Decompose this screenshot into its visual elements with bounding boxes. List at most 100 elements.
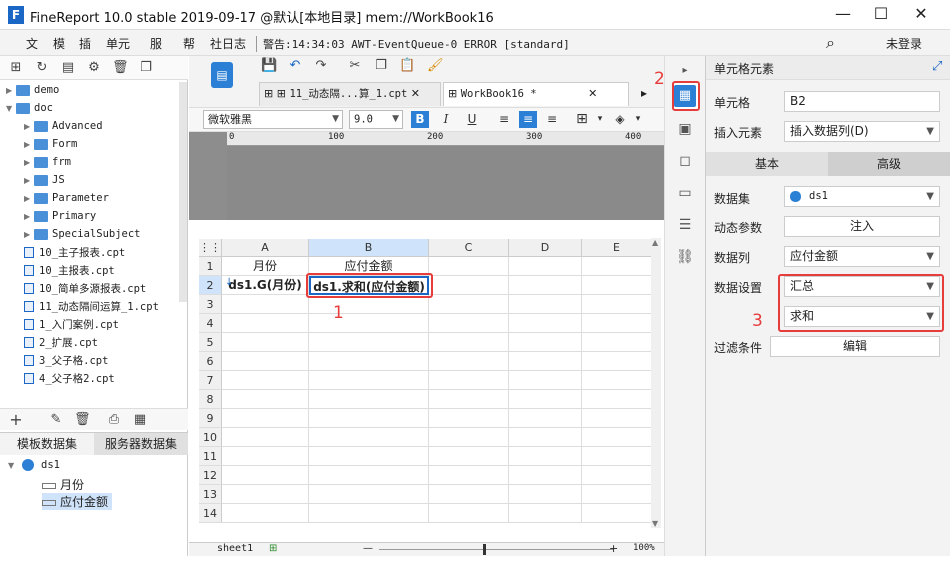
row-header[interactable]: 7 [199, 371, 222, 390]
undo-icon[interactable]: ↶ [287, 58, 303, 74]
redo-icon[interactable]: ↷ [313, 58, 329, 74]
minimize-button[interactable]: — [832, 4, 854, 24]
edit-icon[interactable]: ✎ [48, 412, 64, 428]
tree-folder[interactable]: ▶ SpecialSubject [24, 227, 141, 245]
expand-icon[interactable]: ▶ [24, 122, 34, 131]
cell-b8[interactable] [309, 390, 429, 409]
italic-button[interactable]: I [437, 111, 455, 128]
close-tab-icon[interactable]: ✕ [411, 87, 420, 100]
cell-a9[interactable] [222, 409, 309, 428]
cell-a12[interactable] [222, 466, 309, 485]
menu-log[interactable]: 日志 [222, 35, 246, 52]
cell-d1[interactable] [509, 257, 582, 276]
align-center-icon[interactable]: ≡ [519, 111, 537, 128]
format-painter-icon[interactable]: 🖌 [427, 58, 444, 74]
cell-e8[interactable] [582, 390, 652, 409]
tree-file[interactable]: 10_简单多源报表.cpt [24, 281, 146, 299]
row-header[interactable]: 4 [199, 314, 222, 333]
cell-b9[interactable] [309, 409, 429, 428]
cell-c9[interactable] [429, 409, 509, 428]
cell-d8[interactable] [509, 390, 582, 409]
cell-a10[interactable] [222, 428, 309, 447]
cell-b11[interactable] [309, 447, 429, 466]
column-header-c[interactable]: C [429, 239, 509, 257]
cell-a13[interactable] [222, 485, 309, 504]
column-header-e[interactable]: E [582, 239, 652, 257]
cell-b13[interactable] [309, 485, 429, 504]
new-folder-icon[interactable]: ⊞ [8, 60, 24, 76]
cell-c6[interactable] [429, 352, 509, 371]
tab-menu-icon[interactable]: ▸ [641, 86, 647, 100]
cell-d10[interactable] [509, 428, 582, 447]
expand-icon[interactable]: ▶ [24, 176, 34, 185]
widget-icon[interactable]: ▭ [674, 182, 696, 204]
cell-c2[interactable] [429, 276, 509, 295]
tree-folder[interactable]: ▶ JS [24, 173, 65, 191]
cell-e11[interactable] [582, 447, 652, 466]
refresh-dataset-icon[interactable]: ▦ [132, 412, 148, 428]
cell-e5[interactable] [582, 333, 652, 352]
cell-a14[interactable] [222, 504, 309, 523]
menu-file[interactable]: 文 [26, 35, 38, 52]
expand-icon[interactable]: ▼ [8, 461, 18, 470]
login-link[interactable]: 未登录 [886, 35, 922, 52]
new-template-icon[interactable]: ▤ [211, 62, 233, 88]
dataset-ds1[interactable]: ▼ ds1 [8, 458, 60, 471]
menu-insert[interactable]: 插 [79, 35, 91, 52]
zoom-out-icon[interactable]: — [363, 543, 373, 554]
tree-file[interactable]: 10_主子报表.cpt [24, 245, 125, 263]
expand-icon[interactable]: ▶ [24, 230, 34, 239]
open-icon[interactable]: ▤ [60, 60, 76, 76]
condition-icon[interactable]: ☰ [674, 214, 696, 236]
tree-folder[interactable]: ▼ doc [6, 101, 53, 119]
cell-e4[interactable] [582, 314, 652, 333]
cell-d12[interactable] [509, 466, 582, 485]
chevron-down-icon[interactable]: ▾ [591, 111, 609, 128]
settings-icon[interactable]: ⚙ [86, 60, 102, 76]
cell-c3[interactable] [429, 295, 509, 314]
cell-attribute-icon[interactable]: ▣ [674, 118, 696, 140]
cell-a4[interactable] [222, 314, 309, 333]
row-header[interactable]: 12 [199, 466, 222, 485]
close-tab-icon[interactable]: ✕ [588, 87, 597, 100]
row-header[interactable]: 11 [199, 447, 222, 466]
select-all-corner[interactable]: ⋮⋮ [199, 239, 222, 257]
menu-server[interactable]: 服 [150, 35, 162, 52]
tree-folder[interactable]: ▶ frm [24, 155, 71, 173]
cell-c12[interactable] [429, 466, 509, 485]
menu-template[interactable]: 模 [53, 35, 65, 52]
zoom-slider[interactable] [379, 549, 613, 550]
tree-folder[interactable]: ▶ demo [6, 83, 59, 101]
tree-scrollbar[interactable] [179, 82, 187, 302]
tree-file[interactable]: 4_父子格2.cpt [24, 371, 115, 389]
column-header-d[interactable]: D [509, 239, 582, 257]
preview-icon[interactable]: ⎙ [106, 412, 122, 428]
underline-button[interactable]: U [463, 111, 481, 128]
row-header[interactable]: 8 [199, 390, 222, 409]
cell-e13[interactable] [582, 485, 652, 504]
zoom-in-icon[interactable]: + [609, 542, 618, 555]
row-header[interactable]: 3 [199, 295, 222, 314]
menu-cell[interactable]: 单元 [106, 35, 130, 52]
summary-select[interactable]: 汇总 ▼ [784, 276, 940, 297]
row-header[interactable]: 10 [199, 428, 222, 447]
cell-b6[interactable] [309, 352, 429, 371]
cell-e6[interactable] [582, 352, 652, 371]
cell-c13[interactable] [429, 485, 509, 504]
hyperlink-icon[interactable]: ⛓ [674, 246, 696, 268]
font-size-select[interactable]: 9.0 ▼ [349, 110, 403, 129]
maximize-button[interactable]: ☐ [870, 4, 892, 24]
menu-help[interactable]: 帮 [183, 35, 195, 52]
expand-icon[interactable]: ▶ [24, 140, 34, 149]
cell-a7[interactable] [222, 371, 309, 390]
expand-icon[interactable]: ▶ [24, 158, 34, 167]
cell-d7[interactable] [509, 371, 582, 390]
cell-a2[interactable]: ds1.G(月份) [222, 276, 309, 295]
expand-panel-icon[interactable]: ⤢ [932, 59, 942, 74]
row-header[interactable]: 9 [199, 409, 222, 428]
expand-icon[interactable]: ▶ [24, 212, 34, 221]
tree-folder[interactable]: ▶ Primary [24, 209, 96, 227]
data-column-select[interactable]: 应付金额 ▼ [784, 246, 940, 267]
copy-cell-icon[interactable]: ❐ [373, 58, 389, 74]
cell-d14[interactable] [509, 504, 582, 523]
